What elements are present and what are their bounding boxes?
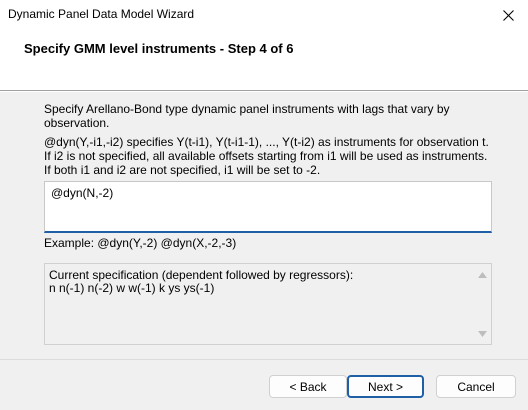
step-title: Specify GMM level instruments - Step 4 o… xyxy=(24,41,294,56)
window-title: Dynamic Panel Data Model Wizard xyxy=(8,7,195,21)
description-text: Specify Arellano-Bond type dynamic panel… xyxy=(44,102,450,130)
back-button[interactable]: < Back xyxy=(269,375,347,398)
instrument-input[interactable]: @dyn(N,-2) xyxy=(44,181,492,233)
specification-value: n n(-1) n(-2) w w(-1) k ys ys(-1) xyxy=(49,281,215,295)
triangle-down-icon xyxy=(478,330,487,337)
title-bar: Dynamic Panel Data Model Wizard xyxy=(0,0,528,30)
help-text: @dyn(Y,-i1,-i2) specifies Y(t-i1), Y(t-i… xyxy=(44,135,489,177)
wizard-header: Specify GMM level instruments - Step 4 o… xyxy=(0,30,528,90)
current-specification-text: Current specification (dependent followe… xyxy=(49,269,353,295)
instrument-input-value: @dyn(N,-2) xyxy=(51,186,114,200)
cancel-button[interactable]: Cancel xyxy=(436,375,516,398)
close-icon xyxy=(502,9,514,21)
specification-scrollbar[interactable] xyxy=(474,264,491,344)
close-button[interactable] xyxy=(488,0,528,30)
current-specification-box: Current specification (dependent followe… xyxy=(44,263,492,345)
triangle-up-icon xyxy=(478,271,487,278)
next-button[interactable]: Next > xyxy=(347,375,424,398)
example-text: Example: @dyn(Y,-2) @dyn(X,-2,-3) xyxy=(44,236,237,250)
scroll-up-button[interactable] xyxy=(474,266,491,283)
scroll-down-button[interactable] xyxy=(474,325,491,342)
